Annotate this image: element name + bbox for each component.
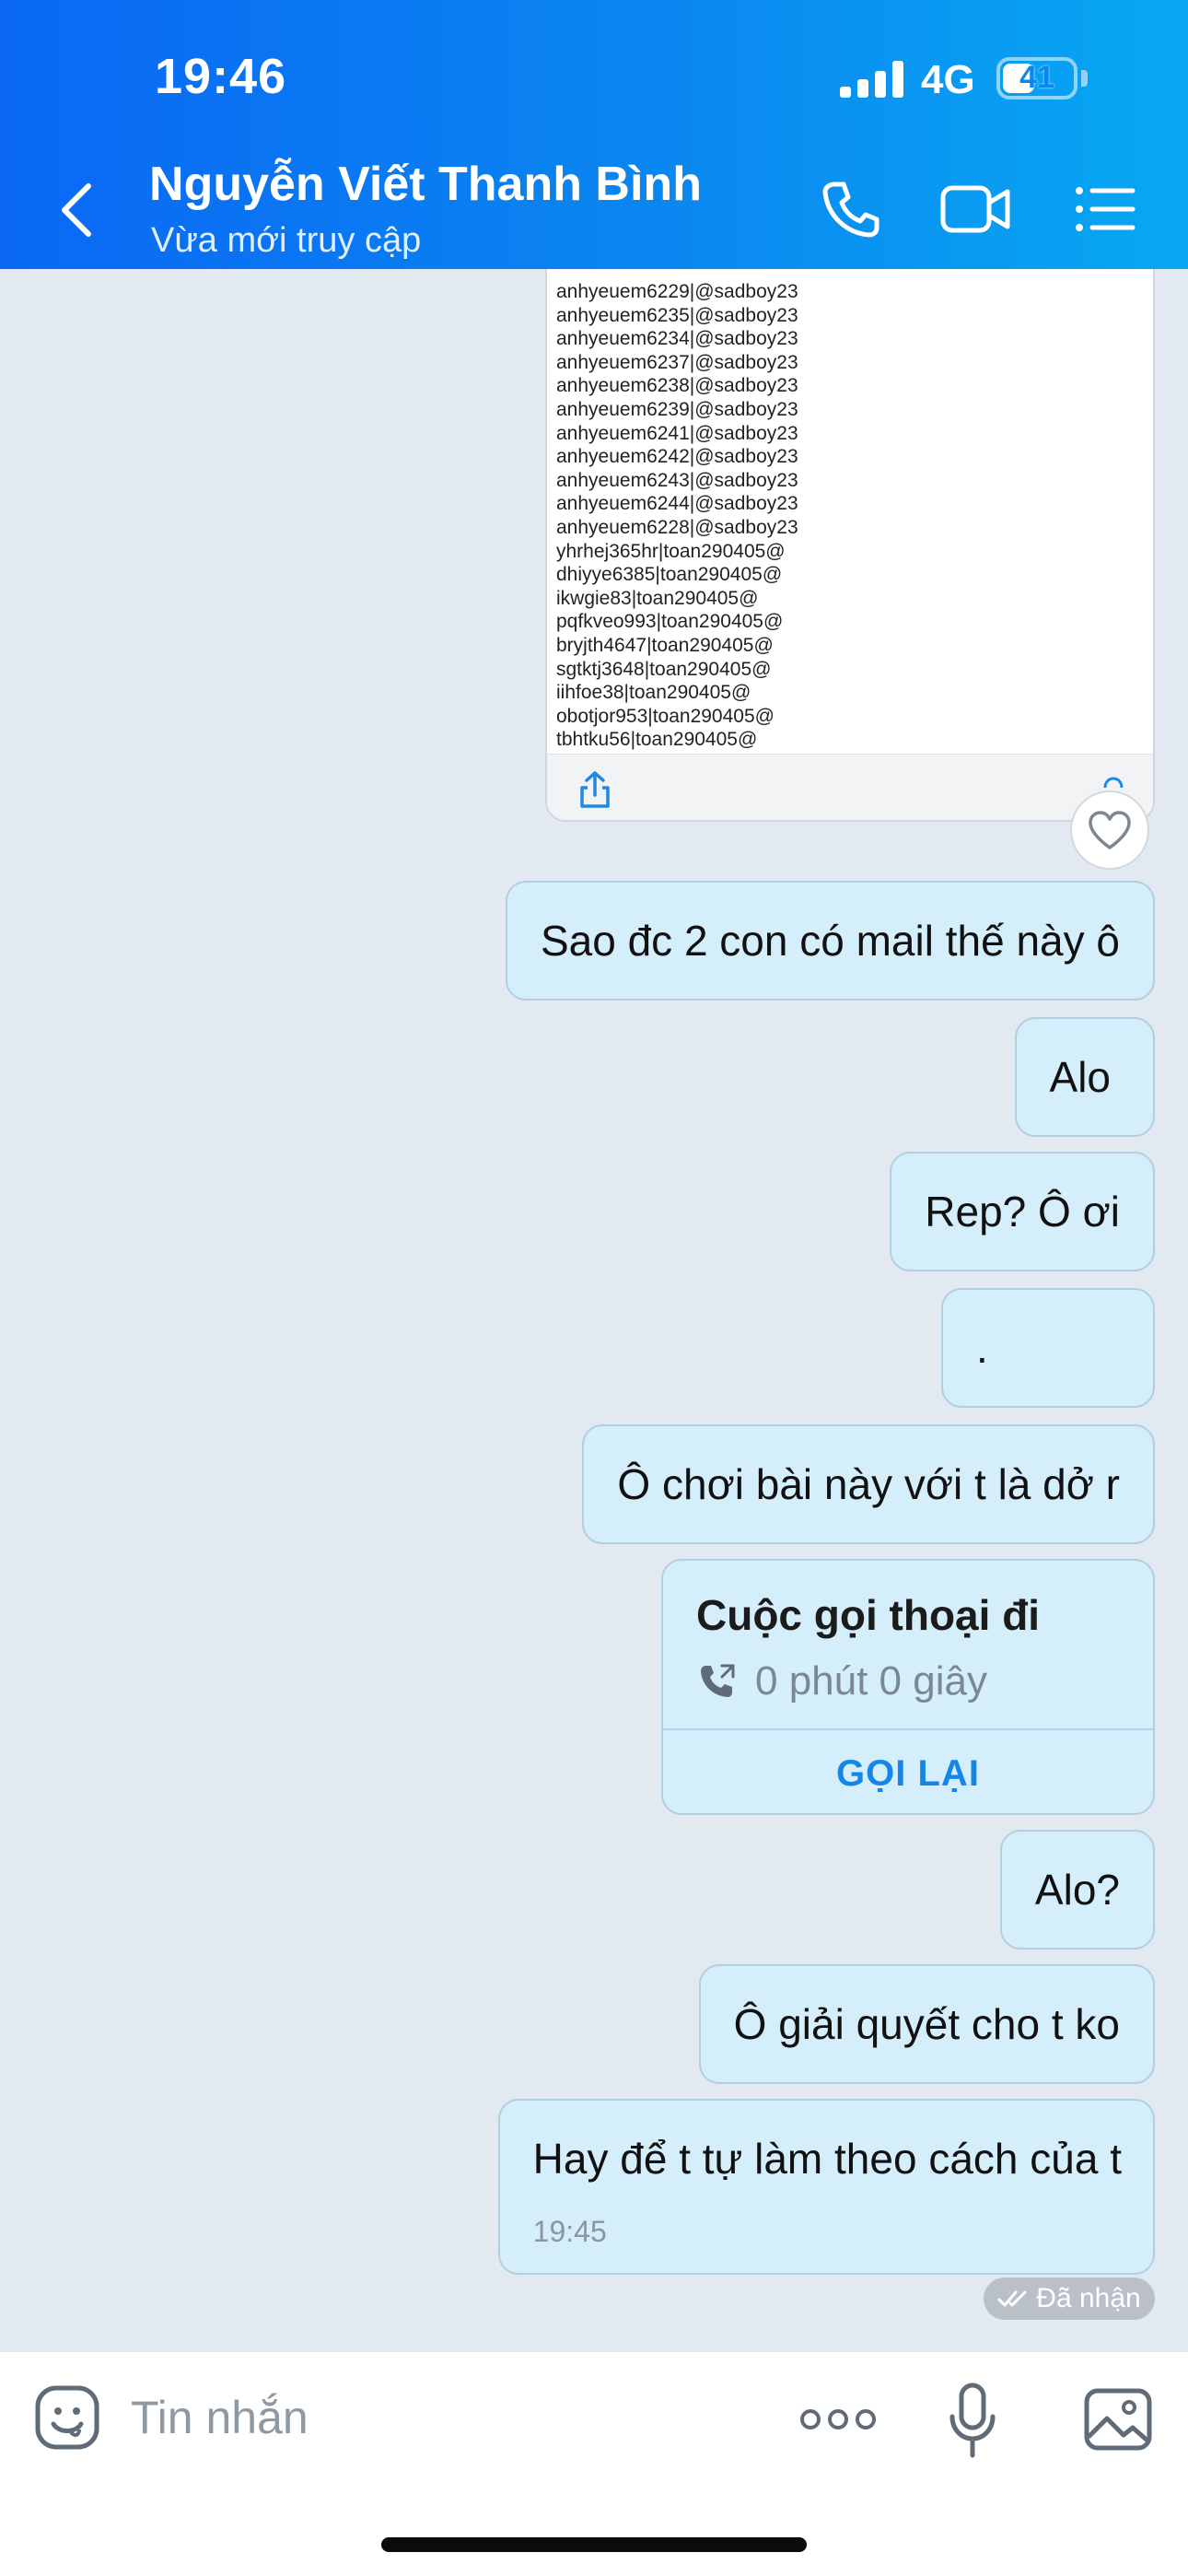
read-receipt-text: Đã nhận [1036,2283,1141,2313]
message-bubble[interactable]: Hay để t tự làm theo cách của t 19:45 [497,2099,1155,2275]
message-text: Rep? Ô ơi [925,1188,1120,1235]
status-time: 19:46 [155,49,287,104]
outgoing-call-icon [696,1662,737,1707]
more-options-icon[interactable] [799,2406,877,2438]
message-text: Alo [1049,1053,1111,1101]
message-text: Alo? [1034,1866,1120,1914]
image-line: anhyeuem6238|@sadboy23 [556,375,798,397]
sticker-icon[interactable] [33,2383,101,2456]
image-line: anhyeuem6242|@sadboy23 [556,446,798,468]
message-time: 19:45 [532,2215,607,2248]
image-line: anhyeuem6244|@sadboy23 [556,493,798,515]
phone-icon[interactable] [818,177,882,241]
message-bubble[interactable]: Alo? [999,1830,1155,1950]
message-text: Hay để t tự làm theo cách của t [532,2135,1122,2183]
contact-status: Vừa mới truy cập [151,221,422,260]
chat-header: 19:46 4G 41 Nguyễn Viết Thanh Bình Vừa m… [0,0,1188,269]
image-line: anhyeuem6235|@sadboy23 [556,304,798,326]
menu-icon[interactable] [1074,177,1136,241]
heart-icon[interactable] [1070,790,1149,870]
message-input[interactable]: Tin nhắn [131,2391,309,2444]
image-line: anhyeuem6234|@sadboy23 [556,328,798,350]
message-text: . [976,1324,988,1372]
message-bubble[interactable]: Alo [1014,1017,1155,1137]
image-line: iihfoe38|toan290405@ [556,682,751,704]
image-toolbar [547,754,1153,820]
image-line: dhiyye6385|toan290405@ [556,564,783,586]
image-text-content: anhyeuem6229|@sadboy23 anhyeuem6235|@sad… [556,269,943,754]
message-bubble[interactable]: . [941,1288,1155,1408]
signal-icon [840,61,906,98]
back-icon[interactable] [55,181,101,240]
image-line: anhyeuem6229|@sadboy23 [556,281,798,302]
image-line: sgtktj3648|toan290405@ [556,658,772,680]
battery-cap [1081,70,1088,87]
read-receipt-badge: Đã nhận [984,2277,1155,2320]
image-line: ikwgie83|toan290405@ [556,587,759,609]
image-line: anhyeuem6241|@sadboy23 [556,422,798,444]
image-line: anhyeuem6228|@sadboy23 [556,516,798,538]
image-line: tbhtku56|toan290405@ [556,729,758,751]
network-type: 4G [921,57,975,102]
message-bubble[interactable]: Sao đc 2 con có mail thế này ô [505,881,1155,1001]
home-indicator [381,2537,807,2552]
video-call-icon[interactable] [939,177,1013,241]
contact-name[interactable]: Nguyễn Viết Thanh Bình [149,157,702,212]
call-title: Cuộc gọi thoại đi [696,1591,1041,1639]
call-duration: 0 phút 0 giây [755,1658,987,1704]
message-text: Ô chơi bài này với t là dở r [617,1460,1120,1508]
battery-level: 41 [1019,60,1054,95]
image-line: anhyeuem6237|@sadboy23 [556,351,798,373]
image-line: anhyeuem6243|@sadboy23 [556,469,798,491]
image-line: obotjor953|toan290405@ [556,705,775,727]
message-text: Ô giải quyết cho t ko [733,2000,1120,2048]
message-bubble[interactable]: Rep? Ô ơi [890,1152,1155,1271]
message-bubble[interactable]: Ô chơi bài này với t là dở r [582,1424,1155,1544]
double-check-icon [997,2290,1027,2307]
image-line: pqfkveo993|toan290405@ [556,611,784,633]
image-line: bryjth4647|toan290405@ [556,634,774,656]
photo-icon[interactable] [1083,2387,1153,2456]
call-back-button[interactable]: GỌI LẠI [663,1730,1153,1813]
share-icon[interactable] [577,769,613,814]
message-text: Sao đc 2 con có mail thế này ô [540,917,1120,965]
image-message[interactable]: anhyeuem6229|@sadboy23 anhyeuem6235|@sad… [545,269,1155,822]
message-bubble[interactable]: Ô giải quyết cho t ko [698,1964,1155,2084]
battery-icon: 41 [996,57,1077,100]
microphone-icon[interactable] [949,2380,996,2467]
image-line: anhyeuem6239|@sadboy23 [556,398,798,420]
call-log-card: Cuộc gọi thoại đi 0 phút 0 giây GỌI LẠI [661,1559,1155,1815]
image-line: yhrhej365hr|toan290405@ [556,540,786,562]
